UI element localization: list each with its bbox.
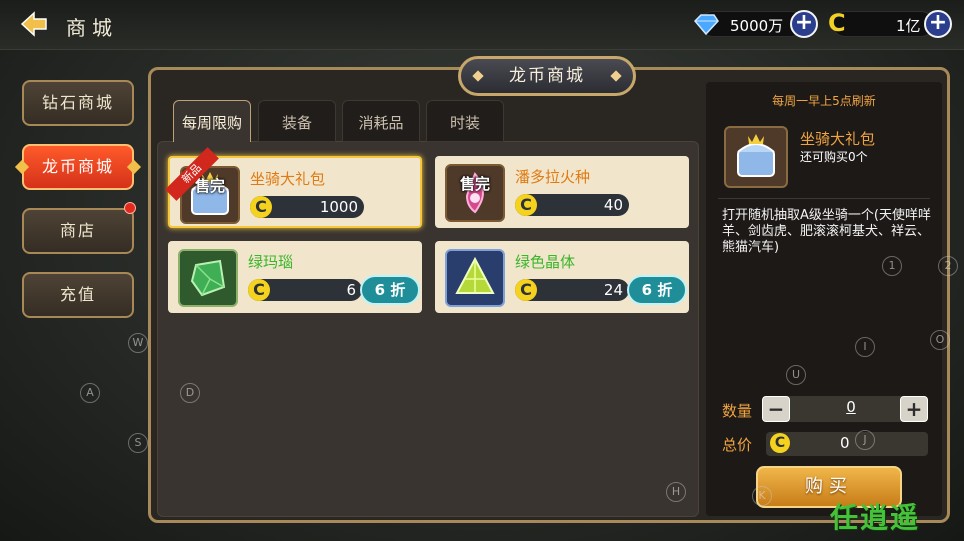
shop-item-card[interactable]: 售完 潘多拉火种 C 40 <box>435 156 689 228</box>
shop-banner: 龙币商城 <box>458 56 636 96</box>
key-hint: H <box>666 482 686 502</box>
tab-consumables[interactable]: 消耗品 <box>342 100 420 142</box>
dragon-coin-icon: C <box>770 433 790 453</box>
nav-store[interactable]: 商店 <box>22 208 134 254</box>
total-price-value: 0 <box>840 434 850 452</box>
item-price: 40 <box>603 196 623 214</box>
refresh-note: 每周一早上5点刷新 <box>772 94 876 108</box>
nav-dragon-coin-shop[interactable]: 龙币商城 <box>22 144 134 190</box>
notification-badge <box>124 202 136 214</box>
key-hint: D <box>180 383 200 403</box>
discount-badge: 6 折 <box>627 275 687 305</box>
tab-weekly-limited[interactable]: 每周限购 <box>173 100 251 142</box>
treasure-chest-icon <box>724 126 788 188</box>
coin-amount: 1亿 <box>896 17 921 35</box>
price-bar: C 1000 <box>250 196 364 218</box>
dragon-coin-icon: C <box>515 194 537 216</box>
key-hint: S <box>128 433 148 453</box>
diamond-icon <box>692 12 719 36</box>
item-name: 绿色晶体 <box>515 253 576 271</box>
item-name: 坐骑大礼包 <box>250 170 326 188</box>
key-hint: J <box>855 430 875 450</box>
dragon-coin-icon: C <box>250 196 272 218</box>
nav-recharge[interactable]: 充值 <box>22 272 134 318</box>
decrease-quantity-button[interactable]: − <box>762 396 790 422</box>
total-price-field: C 0 <box>766 432 928 456</box>
key-hint: I <box>855 337 875 357</box>
purchase-remaining: 还可购买0个 <box>800 150 868 164</box>
price-bar: C 6 <box>248 279 362 301</box>
green-agate-icon <box>178 249 238 307</box>
dragon-coin-icon: C <box>828 9 846 37</box>
item-name: 绿玛瑙 <box>248 253 294 271</box>
key-hint: 1 <box>882 256 902 276</box>
selected-item-name: 坐骑大礼包 <box>800 130 876 148</box>
key-hint: U <box>786 365 806 385</box>
quantity-stepper[interactable]: − 0 + <box>762 396 928 422</box>
key-hint: O <box>930 330 950 350</box>
price-bar: C 40 <box>515 194 629 216</box>
tab-fashion[interactable]: 时装 <box>426 100 504 142</box>
key-hint: K <box>752 486 772 506</box>
quantity-label: 数量 <box>722 402 753 420</box>
total-price-label: 总价 <box>722 436 753 454</box>
divider <box>718 198 930 199</box>
key-hint: A <box>80 383 100 403</box>
item-description: 打开随机抽取A级坐骑一个(天使咩咩羊、剑齿虎、肥滚滚柯基犬、祥云、熊猫汽车) <box>722 208 931 255</box>
shop-item-card[interactable]: 绿色晶体 C 24 6 折 <box>435 241 689 313</box>
item-price: 24 <box>603 281 623 299</box>
increase-quantity-button[interactable]: + <box>900 396 928 422</box>
nav-diamond-shop[interactable]: 钻石商城 <box>22 80 134 126</box>
key-hint: 2 <box>938 256 958 276</box>
item-price: 1000 <box>319 198 358 216</box>
add-coins-button[interactable]: + <box>924 10 952 38</box>
watermark-logo: 任逍遥 <box>830 501 921 534</box>
top-bar <box>0 0 964 50</box>
price-bar: C 24 <box>515 279 629 301</box>
dragon-coin-icon: C <box>515 279 537 301</box>
dragon-coin-icon: C <box>248 279 270 301</box>
item-price: 6 <box>346 281 356 299</box>
shop-item-card[interactable]: 售完 新品 坐骑大礼包 C 1000 <box>165 147 422 228</box>
item-name: 潘多拉火种 <box>515 168 591 186</box>
add-diamonds-button[interactable]: + <box>790 10 818 38</box>
page-title: 商城 <box>66 16 118 40</box>
item-detail-panel: 每周一早上5点刷新 坐骑大礼包 还可购买0个 打开随机抽取A级坐骑一个(天使咩咩… <box>706 82 942 516</box>
key-hint: W <box>128 333 148 353</box>
quantity-value[interactable]: 0 <box>836 398 866 416</box>
sold-out-stamp: 售完 <box>459 175 490 193</box>
discount-badge: 6 折 <box>360 275 420 305</box>
diamond-amount: 5000万 <box>730 17 784 35</box>
tab-equipment[interactable]: 装备 <box>258 100 336 142</box>
back-arrow-icon[interactable] <box>18 10 50 38</box>
green-crystal-icon <box>445 249 505 307</box>
shop-item-card[interactable]: 绿玛瑙 C 6 6 折 <box>168 241 422 313</box>
